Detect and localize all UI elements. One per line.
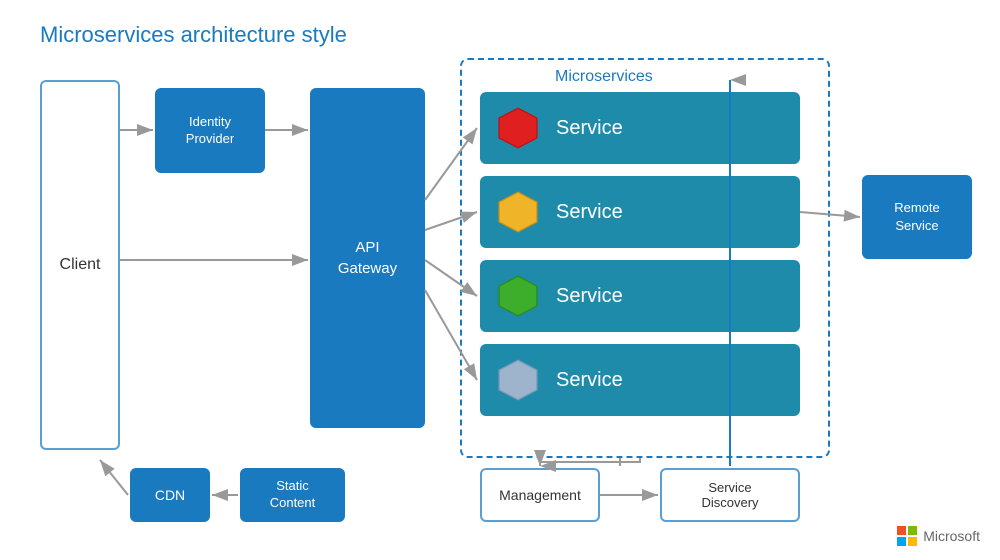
static-content-label: StaticContent	[270, 478, 316, 512]
microsoft-logo: Microsoft	[897, 526, 980, 546]
service-discovery-box: ServiceDiscovery	[660, 468, 800, 522]
service-1-label: Service	[556, 117, 623, 140]
service-2-hex	[496, 190, 540, 234]
client-box: Client	[40, 80, 120, 450]
service-row-2: Service	[480, 176, 800, 248]
service-discovery-label: ServiceDiscovery	[701, 480, 758, 510]
api-gateway-label: APIGateway	[338, 237, 397, 279]
microsoft-name: Microsoft	[923, 528, 980, 544]
ms-yellow-square	[908, 537, 917, 546]
cdn-box: CDN	[130, 468, 210, 522]
ms-red-square	[897, 526, 906, 535]
identity-provider-label: IdentityProvider	[186, 114, 234, 148]
service-3-label: Service	[556, 285, 623, 308]
service-2-label: Service	[556, 201, 623, 224]
cdn-label: CDN	[155, 487, 185, 503]
service-4-hex	[496, 358, 540, 402]
microservices-title: Microservices	[555, 68, 653, 86]
page-title: Microservices architecture style	[40, 22, 347, 48]
management-label: Management	[499, 487, 581, 503]
service-1-hex	[496, 106, 540, 150]
service-3-hex	[496, 274, 540, 318]
service-4-label: Service	[556, 369, 623, 392]
path-ms-to-management	[540, 458, 640, 466]
identity-provider-box: IdentityProvider	[155, 88, 265, 173]
service-row-3: Service	[480, 260, 800, 332]
ms-green-square	[908, 526, 917, 535]
arrow-cdn-to-client	[100, 460, 128, 495]
service-row-1: Service	[480, 92, 800, 164]
service-row-4: Service	[480, 344, 800, 416]
client-label: Client	[60, 256, 101, 274]
management-box: Management	[480, 468, 600, 522]
remote-service-box: RemoteService	[862, 175, 972, 259]
microsoft-grid-icon	[897, 526, 917, 546]
ms-blue-square	[897, 537, 906, 546]
remote-service-label: RemoteService	[894, 199, 940, 235]
api-gateway-box: APIGateway	[310, 88, 425, 428]
static-content-box: StaticContent	[240, 468, 345, 522]
